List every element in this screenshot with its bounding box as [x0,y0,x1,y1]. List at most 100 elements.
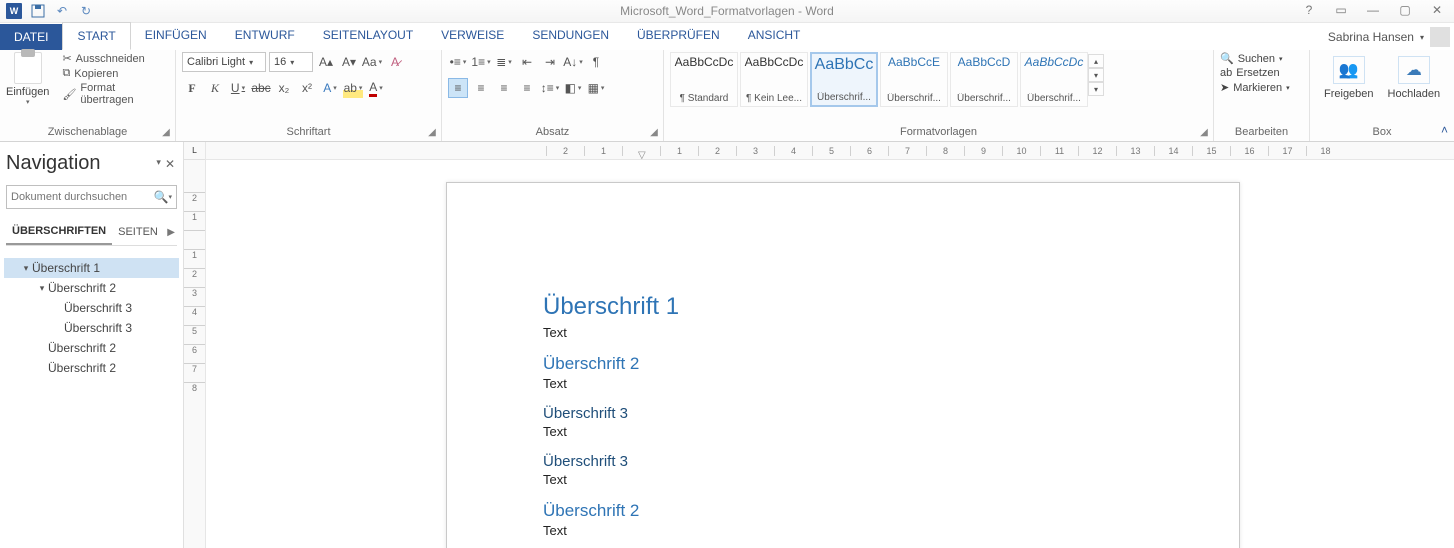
align-center-icon[interactable]: ≡ [471,78,491,98]
sort-icon[interactable]: A↓ [563,52,583,72]
body-paragraph[interactable]: Text [543,523,1143,538]
highlight-icon[interactable]: ab [343,78,363,98]
justify-icon[interactable]: ≡ [517,78,537,98]
align-left-icon[interactable]: ≡ [448,78,468,98]
grow-font-icon[interactable]: A▴ [316,52,336,72]
body-paragraph[interactable]: Text [543,376,1143,391]
styles-down-icon[interactable]: ▾ [1088,68,1104,82]
dialog-launcher-icon[interactable]: ◢ [426,126,438,138]
nav-tabs-more-icon[interactable]: ▶ [165,227,177,238]
tab-selector-icon[interactable]: L [184,142,205,160]
body-paragraph[interactable]: Text [543,472,1143,487]
undo-icon[interactable]: ↶ [54,3,70,19]
redo-icon[interactable]: ↻ [78,3,94,19]
find-button[interactable]: 🔍Suchen▾ [1220,52,1290,65]
nav-search-box[interactable]: 🔍▾ [6,185,177,209]
maximize-icon[interactable]: ▢ [1391,0,1419,20]
style-item[interactable]: AaBbCcDc¶ Kein Lee... [740,52,808,107]
tab-einfügen[interactable]: EINFÜGEN [131,22,221,50]
decrease-indent-icon[interactable]: ⇤ [517,52,537,72]
tab-seitenlayout[interactable]: SEITENLAYOUT [309,22,427,50]
search-icon[interactable]: 🔍 [154,190,169,204]
style-item[interactable]: AaBbCcDÜberschrif... [950,52,1018,107]
multilevel-list-icon[interactable]: ≣ [494,52,514,72]
tab-überprüfen[interactable]: ÜBERPRÜFEN [623,22,734,50]
user-account[interactable]: Sabrina Hansen ▾ [1328,27,1450,47]
share-button[interactable]: 👥 Freigeben [1324,56,1374,100]
select-button[interactable]: ➤Markieren▾ [1220,81,1290,94]
italic-icon[interactable]: K [205,78,225,98]
change-case-icon[interactable]: Aa [362,52,382,72]
style-item[interactable]: AaBbCcEÜberschrif... [880,52,948,107]
strikethrough-icon[interactable]: abc [251,78,271,98]
cut-button[interactable]: ✂Ausschneiden [62,52,169,65]
tab-entwurf[interactable]: ENTWURF [221,22,309,50]
heading-h3[interactable]: Überschrift 3 [543,453,1143,470]
bold-icon[interactable]: F [182,78,202,98]
paste-button[interactable]: Einfügen ▾ [6,52,58,124]
twisty-icon[interactable]: ▾ [36,283,48,294]
indent-marker-icon[interactable]: ▽ [638,150,646,161]
tree-item[interactable]: ▾Überschrift 1 [4,258,179,278]
superscript-icon[interactable]: x² [297,78,317,98]
heading-h3[interactable]: Überschrift 3 [543,405,1143,422]
dialog-launcher-icon[interactable]: ◢ [1198,126,1210,138]
dialog-launcher-icon[interactable]: ◢ [648,126,660,138]
align-right-icon[interactable]: ≡ [494,78,514,98]
document-page[interactable]: Überschrift 1 Text Überschrift 2 Text Übersc… [446,182,1240,548]
font-size-combo[interactable]: 16▾ [269,52,313,72]
save-icon[interactable] [30,3,46,19]
subscript-icon[interactable]: x₂ [274,78,294,98]
tree-item[interactable]: ▾Überschrift 2 [4,278,179,298]
style-item[interactable]: AaBbCcDcÜberschrif... [1020,52,1088,107]
collapse-ribbon-icon[interactable]: ˄ [1441,123,1448,137]
body-paragraph[interactable]: Text [543,424,1143,439]
nav-tab-pages[interactable]: SEITEN [112,220,164,244]
bullets-icon[interactable]: •≡ [448,52,468,72]
tree-item[interactable]: Überschrift 2 [4,358,179,378]
underline-icon[interactable]: U [228,78,248,98]
styles-up-icon[interactable]: ▴ [1088,54,1104,68]
format-painter-button[interactable]: 🖌Format übertragen [62,82,169,106]
search-input[interactable] [11,191,154,203]
borders-icon[interactable]: ▦ [586,78,606,98]
dialog-launcher-icon[interactable]: ◢ [160,126,172,138]
heading-h2[interactable]: Überschrift 2 [543,354,1143,374]
replace-button[interactable]: abErsetzen [1220,67,1290,79]
tab-file[interactable]: DATEI [0,24,62,50]
tree-item[interactable]: Überschrift 3 [4,298,179,318]
tab-start[interactable]: START [62,22,130,50]
tab-ansicht[interactable]: ANSICHT [734,22,815,50]
heading-h1[interactable]: Überschrift 1 [543,293,1143,321]
horizontal-ruler[interactable]: 21123456789101112131415161718 ▽ [206,142,1454,160]
minimize-icon[interactable]: — [1359,0,1387,20]
clear-formatting-icon[interactable]: A̷ [385,52,405,72]
body-paragraph[interactable]: Text [543,325,1143,340]
tree-item[interactable]: Überschrift 3 [4,318,179,338]
tree-item[interactable]: Überschrift 2 [4,338,179,358]
numbering-icon[interactable]: 1≡ [471,52,491,72]
font-family-combo[interactable]: Calibri Light▾ [182,52,266,72]
close-icon[interactable]: ✕ [1423,0,1451,20]
ribbon-display-icon[interactable]: ▭ [1327,0,1355,20]
upload-button[interactable]: ☁ Hochladen [1388,56,1441,100]
show-marks-icon[interactable]: ¶ [586,52,606,72]
nav-tab-headings[interactable]: ÜBERSCHRIFTEN [6,219,112,245]
tab-sendungen[interactable]: SENDUNGEN [518,22,623,50]
shading-icon[interactable]: ◧ [563,78,583,98]
copy-button[interactable]: ⧉Kopieren [62,67,169,80]
nav-options-icon[interactable]: ▾ [156,157,161,171]
shrink-font-icon[interactable]: A▾ [339,52,359,72]
style-item[interactable]: AaBbCcÜberschrif... [810,52,878,107]
nav-close-icon[interactable]: ✕ [165,157,175,171]
font-color-icon[interactable]: A [366,78,386,98]
twisty-icon[interactable]: ▾ [20,263,32,274]
style-item[interactable]: AaBbCcDc¶ Standard [670,52,738,107]
styles-more-icon[interactable]: ▾ [1088,82,1104,96]
heading-h2[interactable]: Überschrift 2 [543,501,1143,521]
text-effects-icon[interactable]: A [320,78,340,98]
increase-indent-icon[interactable]: ⇥ [540,52,560,72]
line-spacing-icon[interactable]: ↕≡ [540,78,560,98]
help-icon[interactable]: ? [1295,0,1323,20]
tab-verweise[interactable]: VERWEISE [427,22,518,50]
